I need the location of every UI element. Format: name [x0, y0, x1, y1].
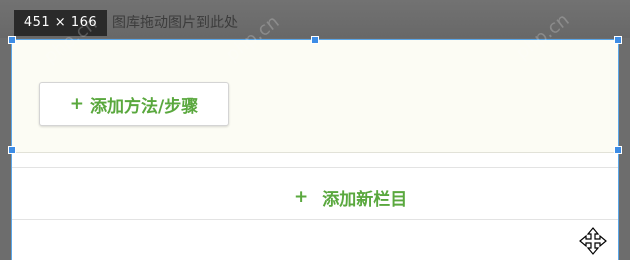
add-method-step-button[interactable]: + 添加方法/步骤 [39, 82, 229, 126]
add-section-button[interactable]: + 添加新栏目 [294, 182, 407, 212]
resize-handle-right[interactable] [614, 146, 622, 154]
selected-editor-block[interactable]: + 添加方法/步骤 + 添加新栏目 [11, 39, 619, 260]
divider [12, 219, 618, 220]
plus-icon: + [69, 94, 85, 114]
plus-icon: + [294, 187, 309, 207]
resize-handle-top-right[interactable] [614, 36, 622, 44]
move-cursor-icon [579, 227, 607, 255]
add-method-label: 添加方法/步骤 [90, 96, 199, 117]
add-section-label: 添加新栏目 [322, 189, 408, 210]
right-backdrop [618, 40, 630, 250]
underlying-hint-text: 图库拖动图片到此处 [112, 15, 238, 31]
resize-handle-top-left[interactable] [8, 36, 16, 44]
resize-handle-top[interactable] [311, 36, 319, 44]
divider [12, 167, 618, 168]
resize-handle-left[interactable] [8, 146, 16, 154]
